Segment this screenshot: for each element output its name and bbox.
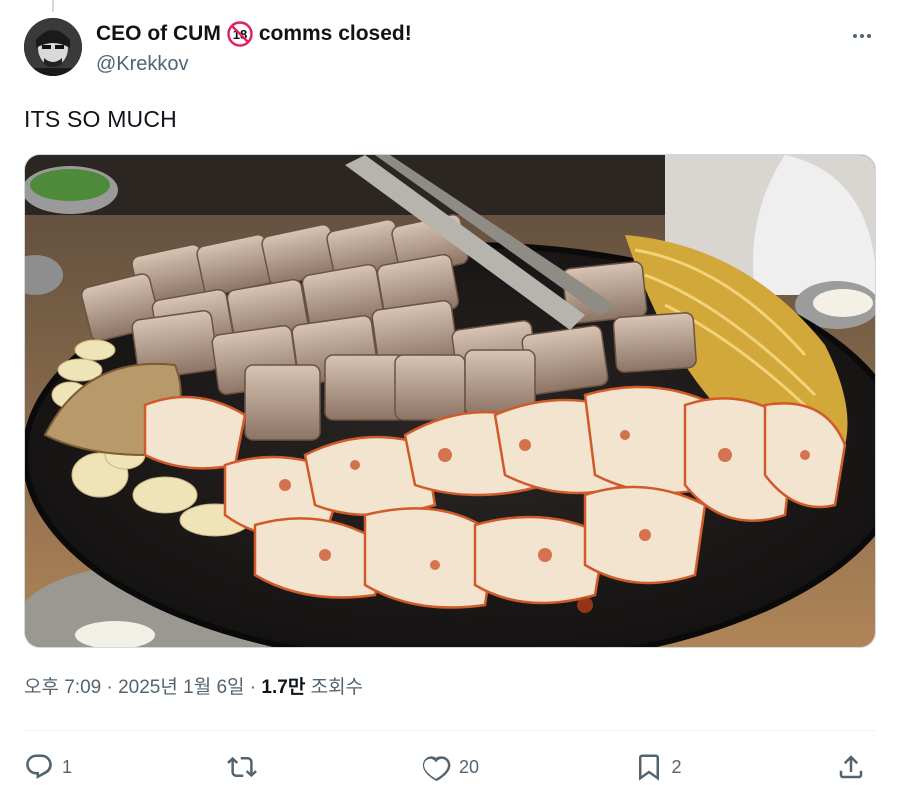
divider-top (24, 730, 876, 731)
tweet-metadata: 오후 7:09 · 2025년 1월 6일 · 1.7만 조회수 (24, 674, 363, 702)
share-button[interactable] (836, 752, 876, 782)
author-names: CEO of CUM 18 comms closed! @Krekkov (96, 20, 412, 78)
like-count: 20 (458, 756, 480, 777)
thread-connector-line (52, 0, 54, 12)
more-options-button[interactable] (848, 22, 876, 50)
display-name[interactable]: CEO of CUM 18 comms closed! (96, 20, 412, 48)
tweet-date[interactable]: 2025년 1월 6일 (118, 677, 244, 698)
retweet-icon (226, 756, 257, 778)
no-under-18-icon: 18 (227, 21, 253, 47)
tweet-actions-bar: 1 20 2 (24, 744, 876, 790)
more-horizontal-icon (853, 34, 871, 38)
heart-icon (422, 756, 451, 781)
display-name-part2: comms closed! (258, 22, 412, 45)
photo-korean-bbq-grill (25, 155, 875, 647)
author-handle[interactable]: @Krekkov (96, 50, 412, 78)
display-name-part1: CEO of CUM (96, 22, 221, 45)
tweet-text: ITS SO MUCH (24, 106, 177, 132)
reply-icon (26, 754, 52, 779)
views-label: 조회수 (310, 677, 364, 698)
tweet-photo[interactable] (24, 154, 876, 648)
tweet-header: CEO of CUM 18 comms closed! @Krekkov (24, 18, 876, 80)
reply-button[interactable]: 1 (24, 752, 72, 782)
bookmark-button[interactable]: 2 (634, 752, 682, 782)
retweet-button[interactable] (226, 752, 267, 782)
meta-separator: · (106, 677, 113, 698)
bookmark-count: 2 (671, 756, 682, 777)
like-button[interactable]: 20 (421, 752, 479, 782)
views-count: 1.7만 (261, 677, 306, 698)
share-icon (839, 755, 863, 779)
meta-separator-2: · (249, 677, 257, 698)
tweet-time[interactable]: 오후 7:09 (24, 677, 101, 698)
avatar[interactable] (24, 18, 82, 76)
reply-count: 1 (62, 756, 73, 777)
bookmark-icon (638, 754, 659, 781)
